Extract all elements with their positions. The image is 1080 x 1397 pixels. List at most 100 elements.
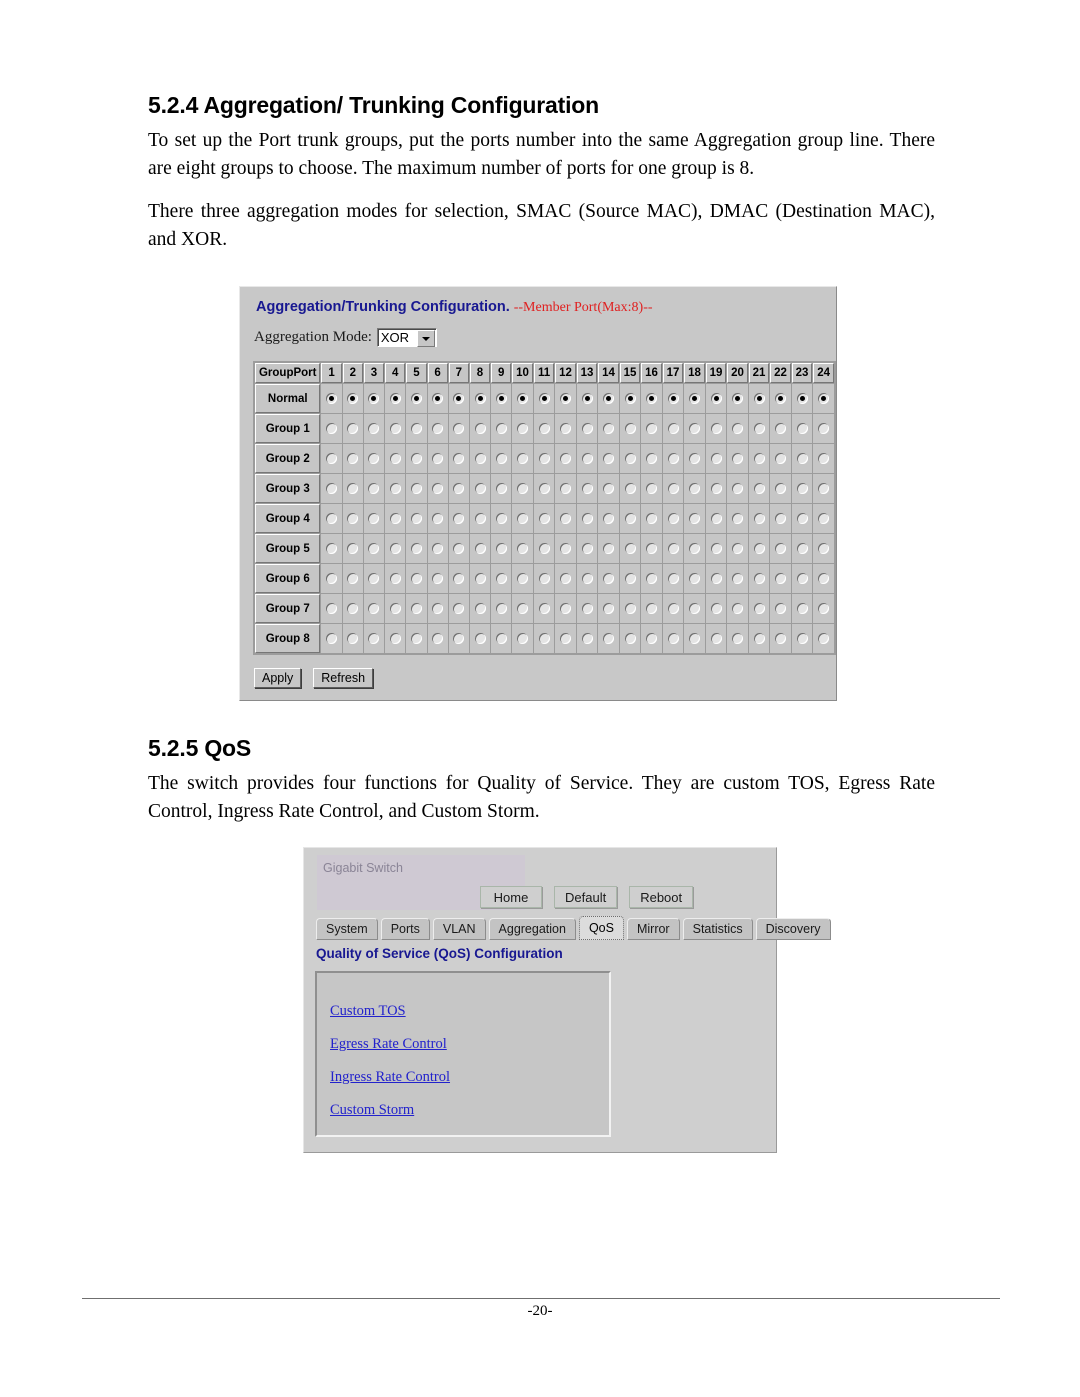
radio-group-5-port-13[interactable] — [581, 543, 593, 555]
radio-group-6-port-6[interactable] — [432, 573, 444, 585]
radio-cell[interactable] — [813, 414, 834, 443]
radio-group-3-port-15[interactable] — [624, 483, 636, 495]
radio-cell[interactable] — [684, 594, 705, 623]
radio-group-8-port-5[interactable] — [410, 633, 422, 645]
radio-group-6-port-7[interactable] — [453, 573, 465, 585]
radio-cell[interactable] — [576, 594, 598, 623]
radio-cell[interactable] — [342, 414, 363, 443]
radio-group-2-port-7[interactable] — [453, 453, 465, 465]
radio-cell[interactable] — [385, 534, 406, 563]
radio-group-7-port-21[interactable] — [753, 603, 765, 615]
radio-group-6-port-20[interactable] — [732, 573, 744, 585]
radio-cell[interactable] — [342, 504, 363, 533]
radio-cell[interactable] — [748, 384, 770, 413]
radio-cell[interactable] — [363, 564, 385, 593]
radio-cell[interactable] — [770, 564, 791, 593]
radio-group-4-port-3[interactable] — [368, 513, 380, 525]
radio-group-1-port-9[interactable] — [495, 423, 507, 435]
radio-cell[interactable] — [427, 594, 448, 623]
radio-normal-port-15[interactable] — [624, 393, 636, 405]
radio-group-7-port-6[interactable] — [432, 603, 444, 615]
radio-group-7-port-19[interactable] — [710, 603, 722, 615]
radio-group-8-port-8[interactable] — [474, 633, 486, 645]
radio-group-3-port-11[interactable] — [538, 483, 550, 495]
radio-cell[interactable] — [363, 384, 385, 413]
radio-group-4-port-2[interactable] — [347, 513, 359, 525]
home-button[interactable]: Home — [480, 886, 542, 908]
radio-group-8-port-13[interactable] — [581, 633, 593, 645]
radio-cell[interactable] — [512, 534, 533, 563]
radio-cell[interactable] — [619, 534, 641, 563]
radio-cell[interactable] — [363, 534, 385, 563]
radio-group-4-port-6[interactable] — [432, 513, 444, 525]
radio-cell[interactable] — [813, 534, 834, 563]
radio-group-5-port-5[interactable] — [410, 543, 422, 555]
radio-cell[interactable] — [385, 624, 406, 653]
radio-group-5-port-12[interactable] — [560, 543, 572, 555]
radio-cell[interactable] — [641, 624, 662, 653]
radio-group-6-port-1[interactable] — [326, 573, 338, 585]
radio-group-4-port-12[interactable] — [560, 513, 572, 525]
radio-normal-port-19[interactable] — [710, 393, 722, 405]
radio-group-7-port-4[interactable] — [389, 603, 401, 615]
radio-cell[interactable] — [619, 384, 641, 413]
radio-group-1-port-6[interactable] — [432, 423, 444, 435]
radio-cell[interactable] — [469, 474, 491, 503]
qos-link-custom-storm[interactable]: Custom Storm — [330, 1102, 414, 1119]
radio-cell[interactable] — [727, 444, 748, 473]
radio-cell[interactable] — [662, 504, 684, 533]
tab-vlan[interactable]: VLAN — [432, 918, 486, 940]
radio-cell[interactable] — [705, 624, 727, 653]
radio-group-6-port-9[interactable] — [495, 573, 507, 585]
radio-group-4-port-17[interactable] — [667, 513, 679, 525]
radio-cell[interactable] — [448, 414, 469, 443]
tab-aggregation[interactable]: Aggregation — [488, 918, 576, 940]
radio-cell[interactable] — [684, 474, 705, 503]
qos-link-custom-tos[interactable]: Custom TOS — [330, 1003, 406, 1020]
radio-cell[interactable] — [533, 414, 555, 443]
radio-group-3-port-6[interactable] — [432, 483, 444, 495]
radio-group-1-port-1[interactable] — [326, 423, 338, 435]
radio-group-7-port-17[interactable] — [667, 603, 679, 615]
radio-cell[interactable] — [770, 384, 791, 413]
radio-cell[interactable] — [406, 474, 427, 503]
radio-group-2-port-5[interactable] — [410, 453, 422, 465]
radio-group-5-port-20[interactable] — [732, 543, 744, 555]
radio-cell[interactable] — [491, 594, 512, 623]
radio-cell[interactable] — [427, 504, 448, 533]
radio-group-6-port-8[interactable] — [474, 573, 486, 585]
radio-normal-port-23[interactable] — [796, 393, 808, 405]
radio-cell[interactable] — [363, 504, 385, 533]
radio-group-4-port-24[interactable] — [818, 513, 830, 525]
radio-cell[interactable] — [555, 564, 576, 593]
radio-group-2-port-22[interactable] — [775, 453, 787, 465]
refresh-button[interactable]: Refresh — [313, 668, 374, 688]
radio-group-4-port-18[interactable] — [689, 513, 701, 525]
radio-cell[interactable] — [512, 504, 533, 533]
radio-cell[interactable] — [342, 534, 363, 563]
radio-cell[interactable] — [321, 504, 342, 533]
radio-cell[interactable] — [321, 474, 342, 503]
radio-normal-port-2[interactable] — [347, 393, 359, 405]
radio-cell[interactable] — [662, 534, 684, 563]
radio-group-5-port-16[interactable] — [646, 543, 658, 555]
radio-cell[interactable] — [363, 444, 385, 473]
radio-group-5-port-14[interactable] — [603, 543, 615, 555]
radio-cell[interactable] — [406, 444, 427, 473]
radio-normal-port-20[interactable] — [732, 393, 744, 405]
radio-group-2-port-10[interactable] — [517, 453, 529, 465]
radio-cell[interactable] — [791, 384, 813, 413]
radio-cell[interactable] — [363, 624, 385, 653]
radio-cell[interactable] — [385, 474, 406, 503]
radio-group-3-port-21[interactable] — [753, 483, 765, 495]
radio-group-2-port-9[interactable] — [495, 453, 507, 465]
radio-cell[interactable] — [491, 474, 512, 503]
radio-cell[interactable] — [684, 444, 705, 473]
radio-cell[interactable] — [662, 594, 684, 623]
radio-normal-port-22[interactable] — [775, 393, 787, 405]
radio-group-2-port-23[interactable] — [796, 453, 808, 465]
radio-group-7-port-11[interactable] — [538, 603, 550, 615]
radio-group-5-port-23[interactable] — [796, 543, 808, 555]
radio-group-7-port-13[interactable] — [581, 603, 593, 615]
radio-group-8-port-22[interactable] — [775, 633, 787, 645]
